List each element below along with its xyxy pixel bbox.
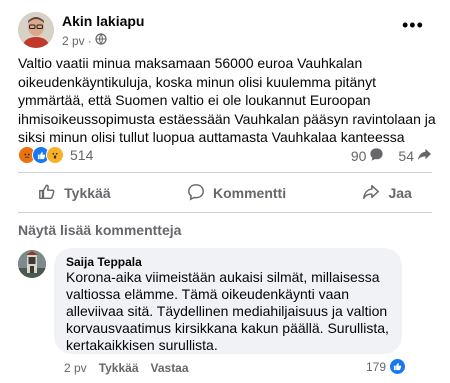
wow-reaction-icon <box>46 146 64 164</box>
comment-button-label: Kommentti <box>212 185 287 201</box>
comment-reaction-count: 179 <box>366 359 387 374</box>
commenter-name[interactable]: Saija Teppala <box>66 255 142 269</box>
divider <box>18 212 432 213</box>
comment-time[interactable]: 2 pv <box>64 361 87 375</box>
share-icon <box>362 183 380 204</box>
post-actions: Tykkää Kommentti Jaa <box>0 180 450 206</box>
comment-icon <box>187 183 205 204</box>
comment-bubble-icon <box>369 147 384 165</box>
comment-like-button[interactable]: Tykkää <box>99 361 139 375</box>
like-button[interactable]: Tykkää <box>38 183 111 204</box>
like-button-label: Tykkää <box>64 185 111 201</box>
comment-reply-button[interactable]: Vastaa <box>151 361 189 375</box>
author-name[interactable]: Akin lakiapu <box>62 13 144 29</box>
commenter-avatar[interactable] <box>18 250 46 278</box>
globe-icon <box>95 33 107 48</box>
engagement-counts: 90 54 <box>351 147 432 165</box>
facebook-post: Akin lakiapu 2 pv · ••• Valtio vaatii mi… <box>0 0 450 383</box>
comment-button[interactable]: Kommentti <box>187 183 286 204</box>
reaction-count: 514 <box>70 147 94 163</box>
share-arrow-icon <box>417 147 432 165</box>
share-count-value: 54 <box>398 148 414 164</box>
share-count[interactable]: 54 <box>398 147 432 165</box>
share-button[interactable]: Jaa <box>362 183 412 204</box>
share-button-label: Jaa <box>388 185 412 201</box>
post-time[interactable]: 2 pv <box>62 34 85 48</box>
post-meta: 2 pv · <box>62 33 107 48</box>
thumbs-up-icon <box>38 183 56 204</box>
reaction-summary[interactable]: 514 <box>18 146 93 164</box>
comment-reactions[interactable]: 179 <box>366 358 407 375</box>
comment-count[interactable]: 90 <box>351 147 385 165</box>
divider <box>18 172 432 173</box>
post-body: Valtio vaatii minua maksamaan 56000 euro… <box>18 55 436 145</box>
comment-text: Korona-aika viimeistään aukaisi silmät, … <box>66 269 389 353</box>
more-options-icon[interactable]: ••• <box>402 15 424 36</box>
view-more-comments-link[interactable]: Näytä lisää kommentteja <box>18 222 181 238</box>
meta-separator: · <box>87 33 92 48</box>
comment-count-value: 90 <box>350 148 367 164</box>
like-reaction-icon <box>389 358 407 375</box>
author-avatar[interactable] <box>18 12 54 48</box>
comment-bubble: Saija Teppala Korona-aika viimeistään au… <box>54 248 402 354</box>
comment-meta: 2 pv Tykkää Vastaa <box>64 361 189 375</box>
